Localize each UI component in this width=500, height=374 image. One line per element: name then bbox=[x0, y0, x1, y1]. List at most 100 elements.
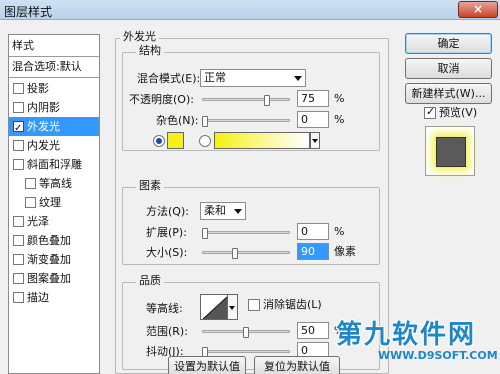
size-unit: 像素 bbox=[334, 245, 356, 258]
blending-options-label: 混合选项:默认 bbox=[12, 60, 82, 73]
style-list-item-label: 描边 bbox=[27, 291, 49, 304]
style-list-header[interactable]: 样式 bbox=[9, 36, 99, 55]
cancel-button[interactable]: 取消 bbox=[405, 58, 492, 79]
elements-title: 图素 bbox=[136, 180, 164, 192]
size-input[interactable]: 90 bbox=[297, 243, 329, 260]
technique-label: 方法(Q): bbox=[146, 205, 189, 218]
style-list-item[interactable]: 颜色叠加 bbox=[9, 231, 99, 250]
style-checkbox[interactable] bbox=[13, 119, 24, 138]
style-checkbox[interactable] bbox=[13, 159, 24, 170]
title-bar: 图层样式 × bbox=[0, 0, 500, 20]
style-list-item-label: 内阴影 bbox=[27, 101, 60, 114]
gradient-radio[interactable] bbox=[199, 135, 211, 147]
site-watermark-url: WWW.D9SOFT.COM bbox=[378, 349, 498, 362]
contour-picker[interactable] bbox=[200, 294, 228, 320]
jitter-slider-track[interactable] bbox=[202, 350, 290, 353]
reset-default-button[interactable]: 复位为默认值 bbox=[254, 356, 340, 374]
technique-value: 柔和 bbox=[204, 204, 226, 217]
style-list-item-label: 图案叠加 bbox=[27, 272, 71, 285]
spread-slider-thumb[interactable] bbox=[202, 228, 208, 239]
preview-label: 预览(V) bbox=[439, 106, 478, 119]
opacity-label: 不透明度(O): bbox=[129, 93, 194, 106]
quality-title: 品质 bbox=[136, 275, 164, 287]
outer-glow-title: 外发光 bbox=[120, 31, 159, 43]
spread-input[interactable]: 0 bbox=[297, 223, 329, 240]
style-checkbox[interactable] bbox=[13, 140, 24, 151]
antialias-checkbox[interactable] bbox=[248, 299, 260, 311]
blend-mode-select[interactable]: 正常 bbox=[200, 69, 306, 87]
style-checkbox[interactable] bbox=[13, 102, 24, 113]
preview-checkbox[interactable] bbox=[424, 105, 436, 119]
style-list: 样式 混合选项:默认 投影内阴影外发光内发光斜面和浮雕等高线纹理光泽颜色叠加渐变… bbox=[8, 34, 100, 374]
noise-label: 杂色(N): bbox=[156, 114, 199, 127]
gradient-dropdown[interactable] bbox=[310, 132, 320, 149]
opacity-slider-thumb[interactable] bbox=[263, 95, 270, 106]
style-list-item[interactable]: 内阴影 bbox=[9, 98, 99, 117]
ok-button[interactable]: 确定 bbox=[405, 33, 492, 54]
noise-slider-track[interactable] bbox=[202, 119, 290, 122]
style-list-item-label: 投影 bbox=[27, 82, 49, 95]
glow-color-swatch[interactable] bbox=[167, 132, 184, 149]
style-list-item-label: 光泽 bbox=[27, 215, 49, 228]
gradient-preview[interactable] bbox=[214, 132, 310, 149]
style-list-item-label: 内发光 bbox=[27, 139, 60, 152]
style-list-item[interactable]: 斜面和浮雕 bbox=[9, 155, 99, 174]
close-button[interactable]: × bbox=[458, 1, 498, 18]
style-list-item[interactable]: 描边 bbox=[9, 288, 99, 307]
style-list-item[interactable]: 图案叠加 bbox=[9, 269, 99, 288]
spread-unit: % bbox=[334, 225, 345, 238]
range-input[interactable]: 50 bbox=[297, 322, 329, 339]
solid-color-radio[interactable] bbox=[153, 135, 165, 147]
chevron-down-icon bbox=[312, 139, 318, 143]
style-checkbox[interactable] bbox=[13, 292, 24, 303]
style-list-item[interactable]: 外发光 bbox=[9, 117, 99, 138]
style-list-header-label: 样式 bbox=[12, 39, 34, 52]
range-slider-thumb[interactable] bbox=[243, 327, 249, 338]
style-list-item[interactable]: 等高线 bbox=[9, 174, 99, 193]
style-list-item[interactable]: 光泽 bbox=[9, 212, 99, 231]
size-slider-thumb[interactable] bbox=[231, 248, 238, 259]
style-list-item[interactable]: 投影 bbox=[9, 79, 99, 98]
style-list-divider bbox=[9, 77, 99, 78]
size-label: 大小(S): bbox=[146, 246, 188, 259]
style-list-item-label: 等高线 bbox=[39, 177, 72, 190]
dialog-body: 样式 混合选项:默认 投影内阴影外发光内发光斜面和浮雕等高线纹理光泽颜色叠加渐变… bbox=[0, 20, 500, 374]
style-list-item[interactable]: 内发光 bbox=[9, 136, 99, 155]
antialias-label: 消除锯齿(L) bbox=[263, 298, 322, 311]
style-checkbox[interactable] bbox=[25, 178, 36, 189]
style-checkbox[interactable] bbox=[13, 83, 24, 94]
spread-slider-track[interactable] bbox=[202, 231, 290, 234]
style-list-item-label: 纹理 bbox=[39, 196, 61, 209]
chevron-down-icon bbox=[234, 209, 242, 214]
style-list-item-label: 渐变叠加 bbox=[27, 253, 71, 266]
opacity-unit: % bbox=[334, 92, 345, 105]
window-title: 图层样式 bbox=[4, 5, 53, 19]
contour-dropdown[interactable] bbox=[228, 294, 238, 320]
chevron-down-icon bbox=[229, 306, 235, 310]
spread-label: 扩展(P): bbox=[146, 226, 187, 239]
new-style-button[interactable]: 新建样式(W)... bbox=[405, 83, 492, 104]
make-default-button[interactable]: 设置为默认值 bbox=[168, 356, 246, 374]
technique-select[interactable]: 柔和 bbox=[200, 202, 246, 220]
style-checkbox[interactable] bbox=[25, 197, 36, 208]
opacity-input[interactable]: 75 bbox=[297, 90, 329, 107]
style-checkbox[interactable] bbox=[13, 273, 24, 284]
contour-label: 等高线: bbox=[146, 302, 183, 315]
preview-thumbnail bbox=[425, 126, 475, 176]
blend-mode-value: 正常 bbox=[204, 71, 226, 84]
size-slider-track[interactable] bbox=[202, 251, 290, 254]
noise-input[interactable]: 0 bbox=[297, 111, 329, 128]
style-checkbox[interactable] bbox=[13, 216, 24, 227]
style-list-item-label: 外发光 bbox=[27, 120, 60, 133]
style-checkbox[interactable] bbox=[13, 254, 24, 265]
noise-unit: % bbox=[334, 113, 345, 126]
noise-slider-thumb[interactable] bbox=[202, 116, 208, 127]
blending-options-item[interactable]: 混合选项:默认 bbox=[9, 57, 99, 76]
style-list-item[interactable]: 渐变叠加 bbox=[9, 250, 99, 269]
blend-mode-label: 混合模式(E): bbox=[137, 72, 201, 85]
style-list-item[interactable]: 纹理 bbox=[9, 193, 99, 212]
structure-title: 结构 bbox=[136, 45, 164, 57]
opacity-slider-track[interactable] bbox=[202, 98, 290, 101]
style-list-item-label: 斜面和浮雕 bbox=[27, 158, 82, 171]
style-checkbox[interactable] bbox=[13, 235, 24, 246]
